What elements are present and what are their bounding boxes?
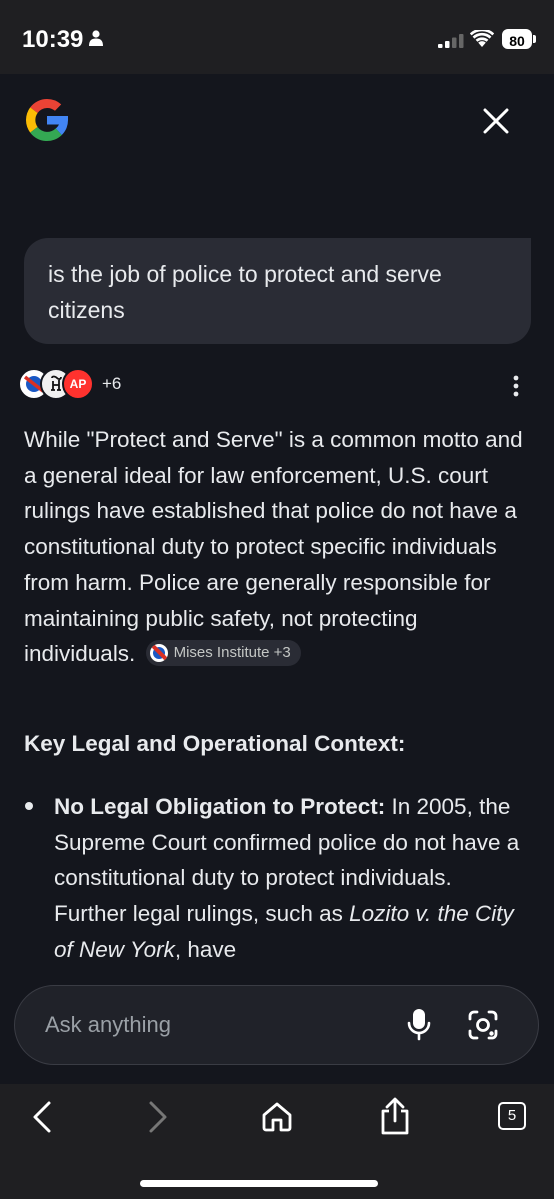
battery-indicator: 80	[502, 29, 532, 49]
list-item: No Legal Obligation to Protect: In 2005,…	[54, 789, 530, 968]
status-bar: 10:39 80	[0, 0, 554, 74]
battery-nub	[533, 35, 536, 43]
answer-text-end: individuals.	[24, 641, 136, 667]
home-indicator[interactable]	[140, 1180, 378, 1187]
google-logo-icon	[26, 98, 69, 142]
microphone-icon[interactable]	[407, 1008, 431, 1042]
bullet-title: No Legal Obligation to Protect:	[54, 794, 386, 819]
ap-label: AP	[69, 377, 87, 391]
cellular-signal-icon	[438, 34, 464, 48]
close-icon[interactable]	[482, 107, 510, 135]
ask-input[interactable]: Ask anything	[45, 1012, 171, 1038]
forward-icon[interactable]	[146, 1100, 170, 1134]
wifi-icon	[470, 30, 494, 47]
sources-row[interactable]: AP +6	[18, 368, 121, 400]
user-query-bubble: is the job of police to protect and serv…	[24, 238, 531, 344]
google-lens-icon[interactable]	[467, 1009, 499, 1041]
answer-text: While "Protect and Serve" is a common mo…	[24, 427, 523, 631]
share-icon[interactable]	[379, 1097, 411, 1135]
citation-chip-label: Mises Institute +3	[173, 644, 291, 662]
ai-answer-paragraph: While "Protect and Serve" is a common mo…	[24, 422, 534, 672]
more-options-icon[interactable]	[510, 374, 522, 398]
more-sources-count[interactable]: +6	[102, 374, 121, 394]
home-icon[interactable]	[261, 1101, 293, 1133]
mises-chip-icon	[149, 644, 168, 663]
person-icon	[89, 30, 103, 46]
citation-chip[interactable]: Mises Institute +3	[145, 640, 301, 667]
bullet-marker	[25, 802, 33, 810]
section-heading: Key Legal and Operational Context:	[24, 731, 406, 756]
tab-switcher-button[interactable]: 5	[498, 1102, 526, 1130]
ap-source-icon[interactable]: AP	[62, 368, 94, 400]
clock: 10:39	[22, 26, 84, 53]
back-icon[interactable]	[30, 1100, 54, 1134]
ask-bar[interactable]: Ask anything	[14, 985, 539, 1065]
